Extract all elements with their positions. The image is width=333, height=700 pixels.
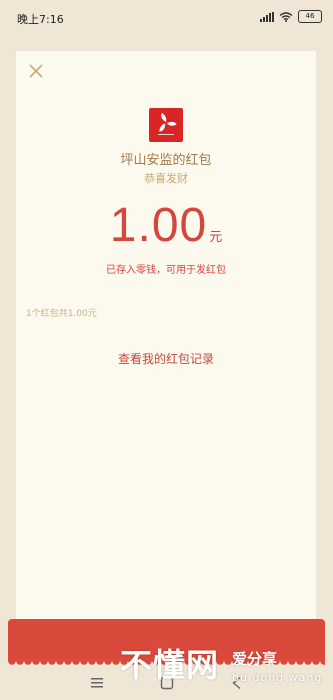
wifi-icon: [279, 11, 293, 22]
amount-unit: 元: [209, 230, 223, 245]
greeting-text: 恭喜发财: [144, 172, 188, 185]
menu-icon[interactable]: [91, 678, 103, 688]
watermark-side: 爱分享: [232, 650, 278, 668]
watermark-pinyin: bu dong wang: [232, 671, 323, 684]
status-bar: 晚上7:16 46: [0, 0, 333, 36]
red-packet-card: 坪山安监的红包 恭喜发财 1.00 元 已存入零钱，可用于发红包 1个红包共1.0…: [16, 51, 316, 651]
status-icons: 46: [260, 10, 322, 23]
view-records-link[interactable]: 查看我的红包记录: [16, 350, 316, 367]
battery-icon: 46: [298, 10, 322, 23]
packet-summary: 1个红包共1.00元: [26, 309, 97, 319]
signal-icon: [260, 11, 274, 22]
logo-icon: [149, 108, 183, 142]
status-time: 晚上7:16: [17, 13, 64, 26]
sender-name: 坪山安监的红包: [120, 153, 212, 168]
watermark-main: 不懂网: [120, 646, 220, 684]
amount-note: 已存入零钱，可用于发红包: [106, 265, 226, 276]
amount-row: 1.00 元: [16, 198, 316, 253]
watermark: 不懂网 爱分享 bu dong wang: [120, 640, 330, 695]
close-icon[interactable]: [27, 62, 45, 80]
amount-value: 1.00: [109, 199, 208, 252]
